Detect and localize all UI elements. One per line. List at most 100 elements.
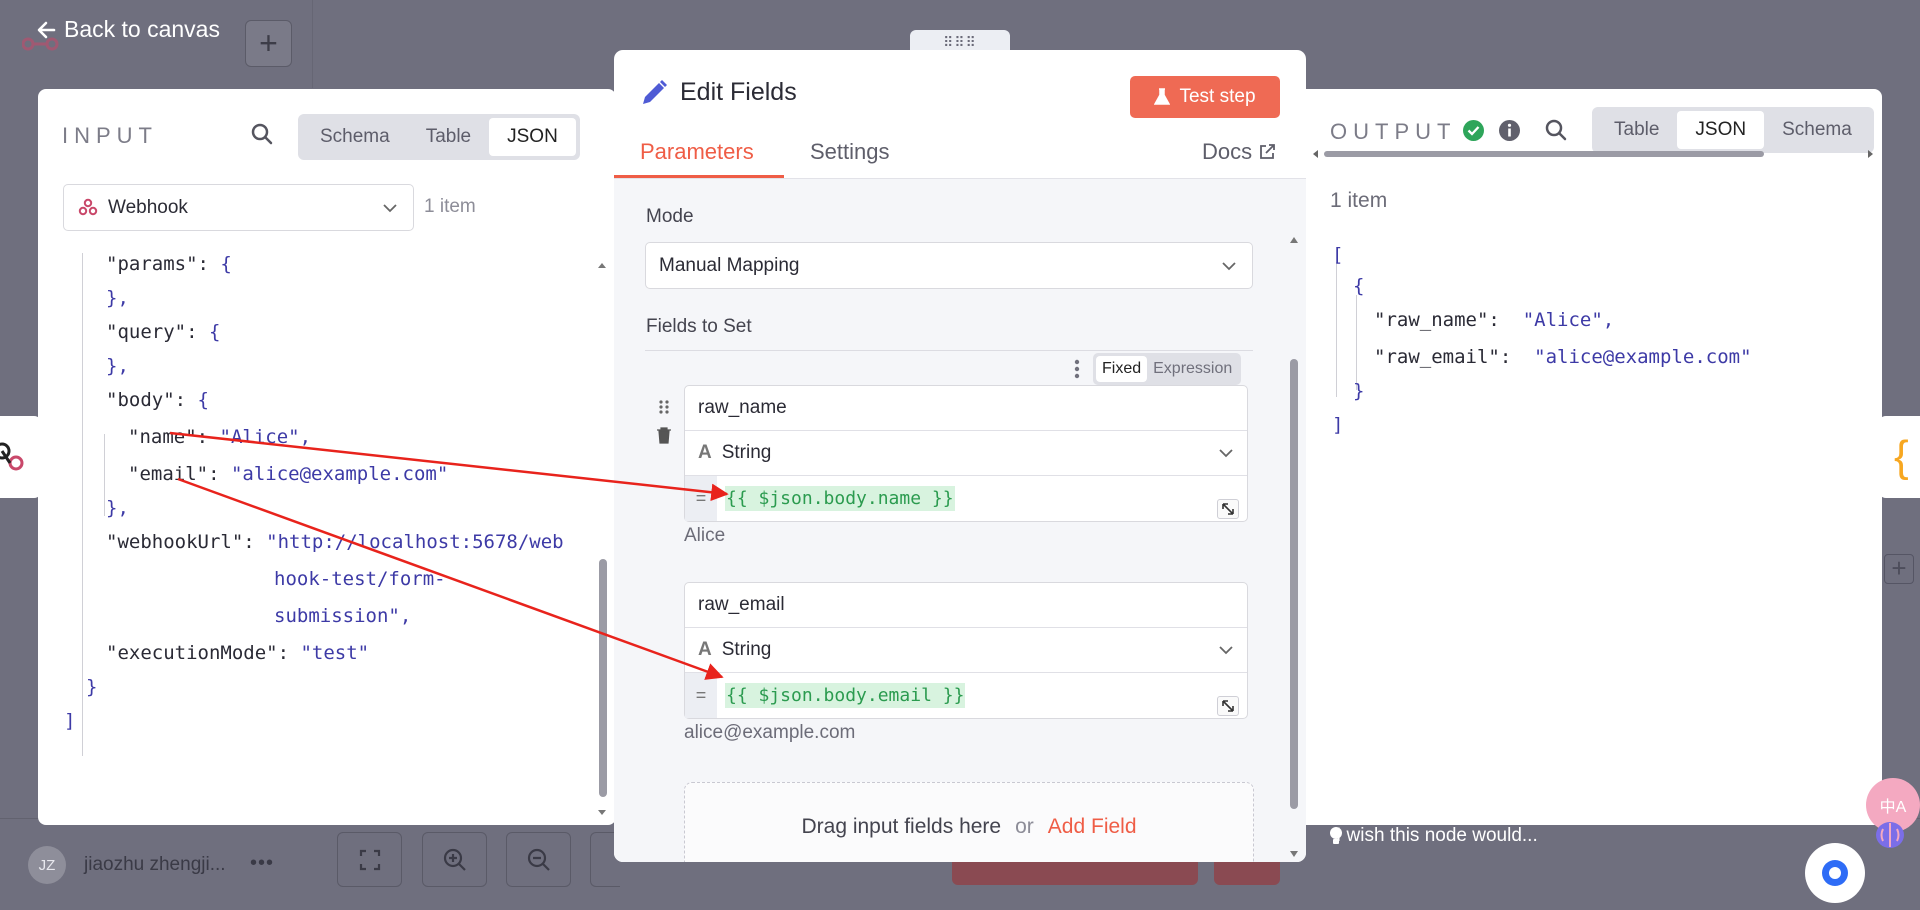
- json-line: }: [86, 676, 98, 698]
- json-line: },: [106, 287, 129, 309]
- expand-icon[interactable]: [1217, 499, 1239, 519]
- brain-icon[interactable]: [1874, 820, 1906, 850]
- json-line: {: [1353, 275, 1365, 297]
- field-value-input[interactable]: = {{ $json.body.name }}: [685, 476, 1247, 521]
- json-line-query: "query": {: [106, 321, 221, 343]
- tab-table[interactable]: Table: [408, 118, 489, 156]
- json-line-raw-email[interactable]: "raw_email": "alice@example.com": [1374, 348, 1752, 367]
- output-horizontal-scrollbar[interactable]: [1324, 151, 1764, 157]
- dialog-title: Edit Fields: [680, 78, 797, 106]
- field-type-value: String: [721, 442, 772, 463]
- test-step-button[interactable]: Test step: [1130, 76, 1280, 118]
- tab-schema[interactable]: Schema: [1764, 111, 1870, 149]
- edit-fields-dialog: Edit Fields Test step Parameters Setting…: [614, 50, 1306, 862]
- trash-icon[interactable]: [656, 427, 672, 444]
- mode-value: Manual Mapping: [659, 254, 800, 276]
- lightbulb-icon: [1328, 826, 1344, 846]
- mode-select[interactable]: Manual Mapping: [645, 242, 1253, 289]
- docs-label: Docs: [1202, 139, 1253, 164]
- zoom-out-icon: [527, 848, 550, 871]
- scroll-left-icon[interactable]: [1310, 148, 1320, 160]
- json-indent-guide: [1336, 262, 1337, 397]
- feedback-prompt[interactable]: I wish this node would...: [1306, 825, 1538, 847]
- toggle-fixed[interactable]: Fixed: [1096, 356, 1148, 382]
- add-connection-button[interactable]: +: [1884, 554, 1914, 584]
- avatar[interactable]: JZ: [28, 846, 66, 884]
- drop-zone-or: or: [1015, 815, 1034, 838]
- input-item-count: 1 item: [424, 196, 476, 217]
- input-scroll-thumb[interactable]: [599, 559, 607, 797]
- json-line: },: [106, 497, 129, 519]
- field-result-preview: alice@example.com: [684, 722, 856, 743]
- field-value-input[interactable]: = {{ $json.body.email }}: [685, 673, 1247, 718]
- chevron-down-icon: [1217, 444, 1235, 462]
- drop-zone-text: Drag input fields here: [801, 815, 1002, 838]
- back-to-canvas-button[interactable]: Back to canvas: [36, 16, 220, 43]
- more-options-icon[interactable]: [1074, 359, 1080, 379]
- toggle-expression[interactable]: Expression: [1147, 356, 1238, 382]
- webhook-icon: [0, 442, 24, 471]
- info-icon[interactable]: [1498, 119, 1521, 142]
- add-field-button[interactable]: Add Field: [1048, 815, 1137, 862]
- tab-json[interactable]: JSON: [1677, 111, 1765, 149]
- test-step-label: Test step: [1179, 86, 1256, 107]
- input-node-select[interactable]: Webhook: [63, 184, 414, 231]
- equals-icon: =: [685, 476, 717, 521]
- fixed-expression-toggle: Fixed Expression: [1093, 353, 1242, 385]
- scroll-right-icon[interactable]: [1866, 148, 1876, 160]
- feedback-text: I wish this node would...: [1336, 825, 1538, 846]
- fields-to-set-label: Fields to Set: [646, 316, 752, 337]
- json-line: ]: [1332, 414, 1344, 436]
- check-circle-icon: [1462, 119, 1485, 142]
- tab-table[interactable]: Table: [1596, 111, 1677, 149]
- search-icon[interactable]: [250, 122, 274, 146]
- user-name: jiaozhu zhengji...: [84, 854, 226, 875]
- add-node-button[interactable]: +: [245, 20, 292, 67]
- fit-view-button[interactable]: [337, 832, 402, 887]
- tab-parameters[interactable]: Parameters: [640, 139, 754, 165]
- fit-view-icon: [359, 849, 380, 870]
- scroll-down-icon: [598, 810, 606, 815]
- mode-label: Mode: [646, 206, 694, 227]
- field-type-select[interactable]: A String: [685, 628, 1247, 673]
- zoom-out-button[interactable]: [506, 832, 571, 887]
- json-line-name[interactable]: "name": "Alice",: [128, 428, 311, 447]
- json-line-raw-name[interactable]: "raw_name": "Alice",: [1374, 311, 1614, 330]
- webhook-node[interactable]: [0, 416, 42, 498]
- search-icon[interactable]: [1544, 118, 1568, 142]
- string-type-icon: A: [698, 442, 712, 463]
- parameters-panel: Mode Manual Mapping Fields to Set Fixed …: [614, 178, 1306, 862]
- scroll-up-icon[interactable]: [1288, 235, 1300, 245]
- field-name-input[interactable]: raw_name: [685, 386, 1247, 431]
- dialog-scroll-thumb[interactable]: [1290, 359, 1298, 809]
- json-node[interactable]: {: [1878, 416, 1920, 498]
- json-line: }: [1353, 380, 1365, 402]
- zoom-in-button[interactable]: [422, 832, 487, 887]
- pencil-icon: [639, 78, 669, 108]
- json-line: [: [1332, 244, 1344, 266]
- tab-settings[interactable]: Settings: [810, 139, 890, 165]
- docs-link[interactable]: Docs: [1202, 139, 1276, 165]
- field-name-input[interactable]: raw_email: [685, 583, 1247, 628]
- tab-json[interactable]: JSON: [489, 118, 576, 156]
- drop-zone[interactable]: Drag input fields here or Add Field: [684, 782, 1254, 862]
- equals-icon: =: [685, 673, 717, 718]
- plus-icon: +: [1891, 553, 1907, 583]
- more-icon[interactable]: •••: [250, 852, 274, 875]
- back-to-canvas-label: Back to canvas: [64, 16, 220, 42]
- field-type-select[interactable]: A String: [685, 431, 1247, 476]
- json-line-webhook-url-cont: hook-test/form-: [274, 568, 446, 590]
- json-line-email[interactable]: "email": "alice@example.com": [128, 465, 448, 484]
- json-line-webhook-url[interactable]: "webhookUrl": "http://localhost:5678/web: [106, 533, 564, 552]
- expand-icon[interactable]: [1217, 696, 1239, 716]
- tab-schema[interactable]: Schema: [302, 118, 408, 156]
- field-assignment-1: raw_name A String = {{ $json.body.name }…: [684, 385, 1248, 522]
- json-indent-guide: [1356, 295, 1357, 390]
- json-line-execution-mode[interactable]: "executionMode": "test": [106, 644, 369, 663]
- output-item-count: 1 item: [1330, 189, 1388, 212]
- json-indent-guide: [82, 253, 83, 756]
- chat-button[interactable]: [1805, 843, 1865, 903]
- scroll-down-icon[interactable]: [1288, 849, 1300, 859]
- drag-handle-icon[interactable]: [658, 399, 670, 415]
- input-panel: INPUT Schema Table JSON Webhook 1 item "…: [38, 89, 616, 825]
